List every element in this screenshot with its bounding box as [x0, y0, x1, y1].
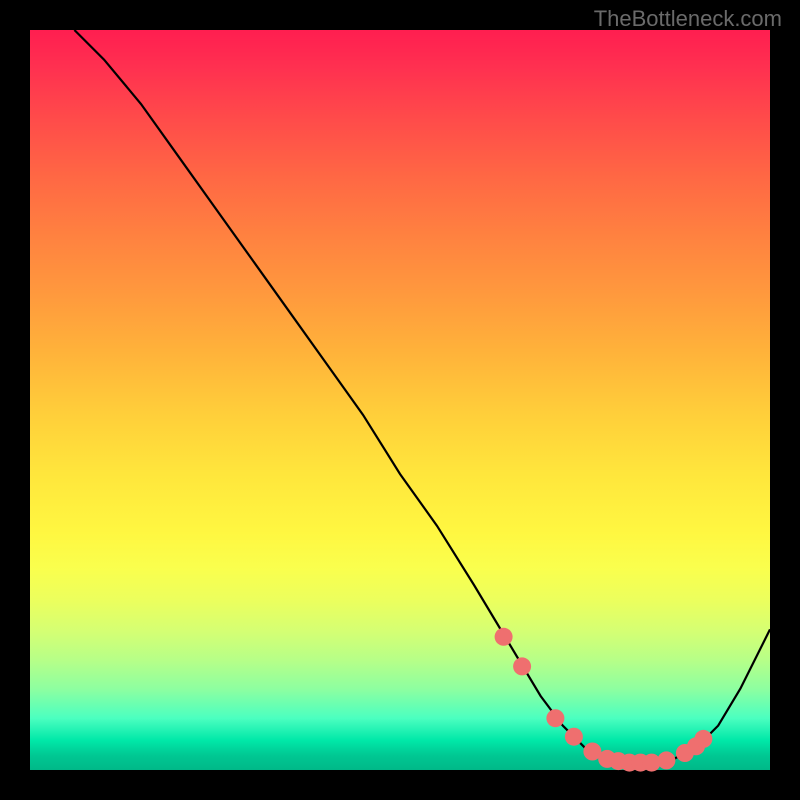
highlight-point: [657, 751, 675, 769]
highlight-point: [513, 657, 531, 675]
chart-plot-area: [30, 30, 770, 770]
highlight-point: [565, 728, 583, 746]
highlight-point: [495, 628, 513, 646]
highlight-points-group: [495, 628, 713, 772]
watermark-text: TheBottleneck.com: [594, 6, 782, 32]
highlight-point: [546, 709, 564, 727]
chart-svg: [30, 30, 770, 770]
highlight-point: [694, 730, 712, 748]
bottleneck-curve-line: [74, 30, 770, 763]
